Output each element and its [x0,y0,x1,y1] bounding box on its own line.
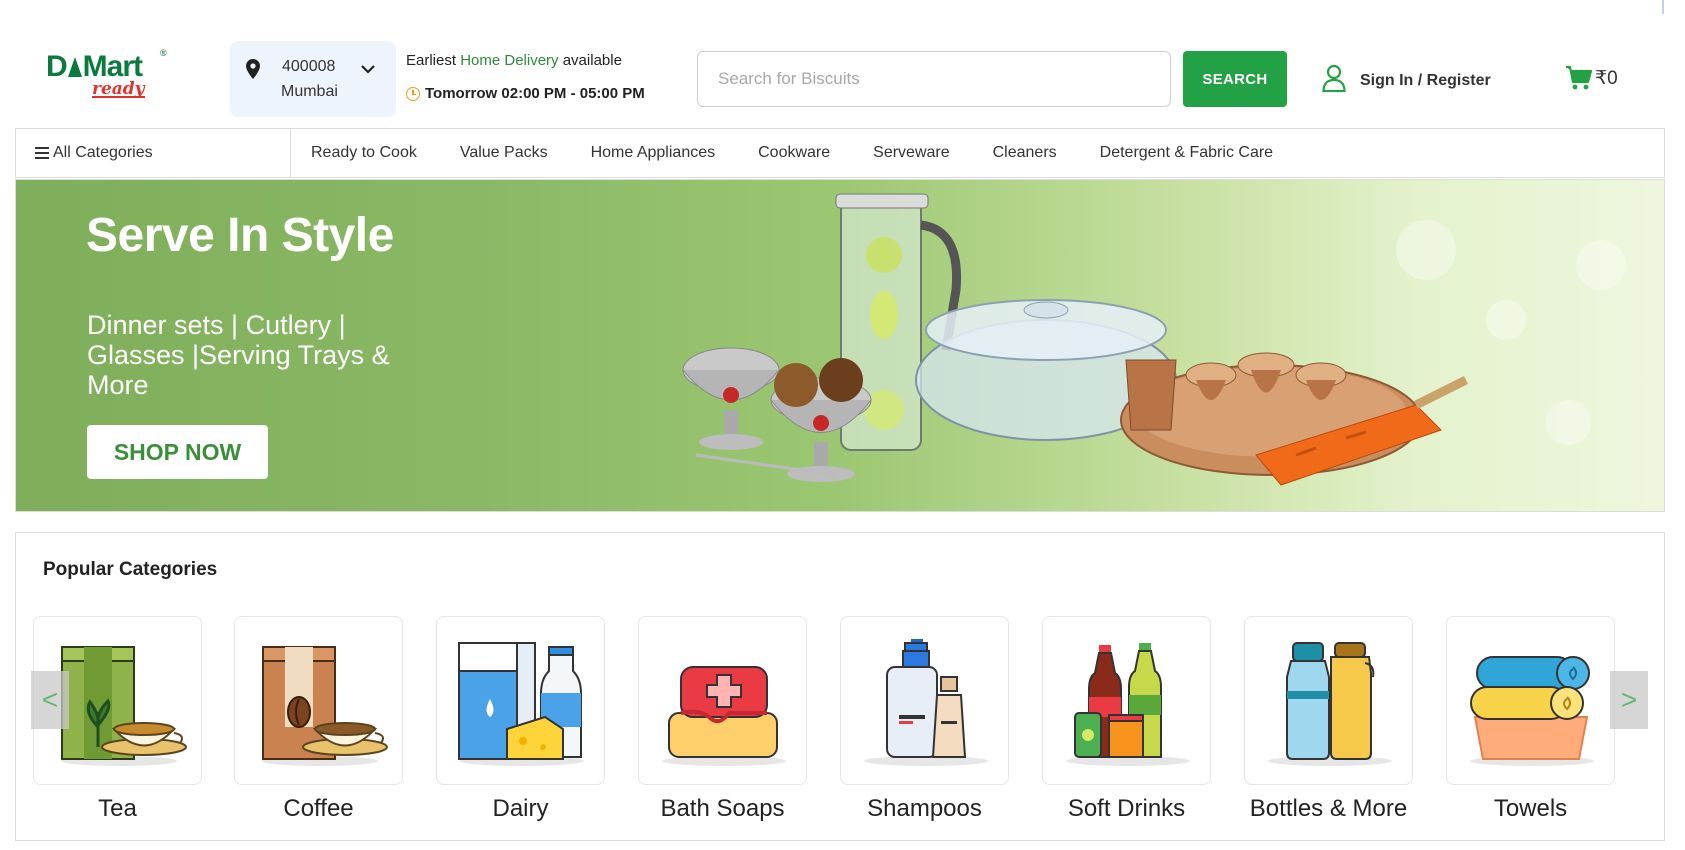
category-name: Bottles & More [1249,795,1408,822]
location-pin-icon [246,59,260,79]
carousel-prev-button[interactable]: < [31,671,69,729]
category-card [436,616,605,785]
logo-registered-mark: ® [160,48,167,58]
category-card [1042,616,1211,785]
banner-bokeh [1576,240,1626,290]
nav-item-ready-to-cook[interactable]: Ready to Cook [311,144,417,162]
search-input[interactable] [697,51,1171,107]
sign-in-register-link[interactable]: Sign In / Register [1322,64,1491,92]
banner-bokeh [1546,400,1591,445]
category-name: Bath Soaps [660,795,785,822]
nav-item-home-appliances[interactable]: Home Appliances [591,144,716,162]
category-bottles-more[interactable]: Bottles & More [1244,616,1413,823]
category-name: Soft Drinks [1067,795,1186,822]
dairy-icon [458,642,584,766]
user-icon [1322,64,1346,92]
category-card [840,616,1009,785]
cart-button[interactable]: ₹0 [1565,64,1618,92]
delivery-suffix: available [558,52,622,69]
location-selector[interactable]: 400008 Mumbai [230,41,396,117]
search-button[interactable]: SEARCH [1183,51,1287,107]
sign-in-label: Sign In / Register [1360,72,1491,89]
dmart-ready-logo[interactable]: D Mart ® ready [46,48,167,100]
category-coffee[interactable]: Coffee [234,616,403,823]
delivery-slot-text: Tomorrow 02:00 PM - 05:00 PM [425,85,645,102]
category-name: Shampoos [867,795,982,822]
banner-title: Serve In Style [86,209,394,262]
category-bath-soaps[interactable]: Bath Soaps [638,616,807,823]
popular-categories-section: Popular Categories Tea Coffee Dairy Bath… [15,532,1665,841]
category-card [1244,616,1413,785]
bath-soaps-icon [662,666,786,766]
chevron-down-icon [361,65,375,74]
serveware-products-image [682,193,1469,486]
delivery-info: Earliest Home Delivery available [406,52,622,69]
delivery-slot: Tomorrow 02:00 PM - 05:00 PM [406,85,645,102]
shampoos-icon [864,639,988,766]
category-card [1446,616,1615,785]
popular-categories-heading: Popular Categories [43,559,218,580]
carousel-next-button[interactable]: > [1610,671,1648,729]
category-card [638,616,807,785]
category-name: Dairy [492,795,549,822]
hero-banner[interactable]: Serve In Style Dinner sets | Cutlery | G… [15,179,1665,512]
bottles-icon [1268,642,1392,766]
category-name: Tea [98,795,137,822]
category-towels[interactable]: Towels [1446,616,1615,823]
nav-item-cleaners[interactable]: Cleaners [993,144,1057,162]
delivery-prefix: Earliest [406,52,461,69]
category-name: Towels [1493,795,1568,822]
banner-subtitle: Dinner sets | Cutlery | Glasses |Serving… [87,310,390,400]
soft-drinks-icon [1066,643,1190,766]
all-categories-menu[interactable]: All Categories [16,129,291,177]
category-name: Coffee [283,795,354,822]
towels-icon [1470,656,1594,766]
city-value: Mumbai [281,83,338,100]
delivery-highlight: Home Delivery [460,52,559,69]
category-soft-drinks[interactable]: Soft Drinks [1042,616,1211,823]
pincode-value: 400008 [282,58,336,75]
category-shampoos[interactable]: Shampoos [840,616,1009,823]
nav-item-detergent-fabric-care[interactable]: Detergent & Fabric Care [1100,144,1273,162]
cart-amount: ₹0 [1595,67,1618,89]
window-corner-mark [1662,0,1685,14]
category-nav: All Categories Ready to Cook Value Packs… [15,128,1665,178]
coffee-icon [262,646,388,766]
cart-icon [1566,65,1593,90]
nav-item-cookware[interactable]: Cookware [758,144,830,162]
clock-icon [406,86,420,101]
logo-subtitle: ready [92,79,145,99]
category-dairy[interactable]: Dairy [436,616,605,823]
nav-item-serveware[interactable]: Serveware [873,144,949,162]
all-categories-label: All Categories [53,144,153,161]
logo-triangle-icon [67,57,82,77]
hamburger-icon [35,147,49,159]
nav-items: Ready to Cook Value Packs Home Appliance… [291,144,1316,162]
shop-now-button[interactable]: SHOP NOW [87,425,268,479]
nav-item-value-packs[interactable]: Value Packs [460,144,548,162]
category-card [234,616,403,785]
